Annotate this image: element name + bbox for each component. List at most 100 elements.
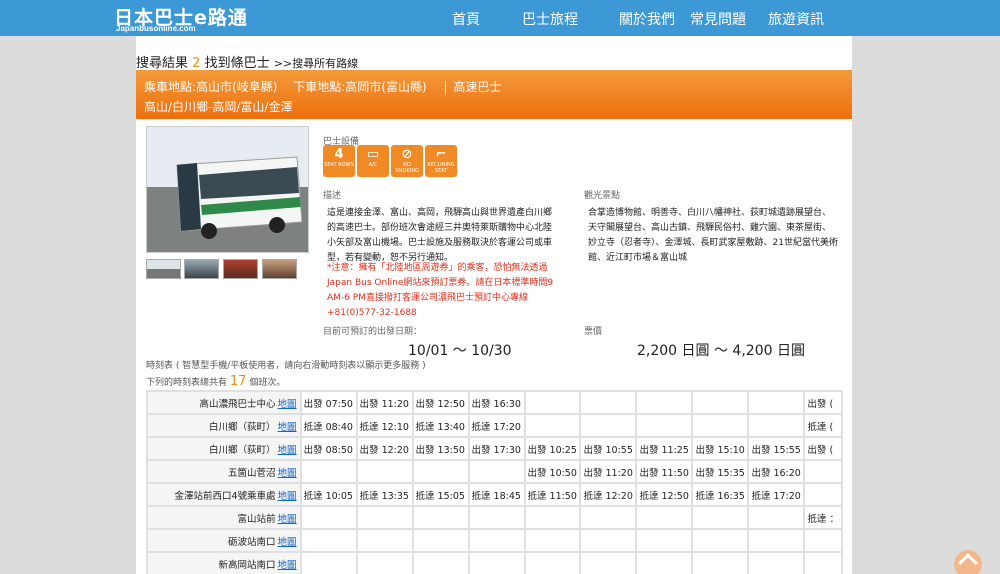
- station-map-link[interactable]: 地圖: [278, 514, 297, 525]
- schedule-cell: 抵達 12:50: [637, 484, 692, 505]
- schedule-cell: 抵達 ：: [805, 507, 841, 528]
- schedule-cell: 出發 12:50: [413, 392, 468, 413]
- schedule-cell: [469, 553, 524, 574]
- nav-home[interactable]: 首頁: [452, 9, 480, 29]
- departure-date-label: 目前可預訂的出發日期：: [323, 327, 423, 337]
- schedule-cell: 出發 11:20: [357, 392, 412, 413]
- total-prefix: 下列的時刻表總共有: [146, 378, 228, 388]
- station-cell: 新高岡站南口 地圖: [148, 553, 300, 574]
- schedule-cell: 抵達 10:05: [301, 484, 356, 505]
- schedule-cell: [749, 415, 804, 436]
- schedule-cell: [581, 392, 636, 413]
- schedule-cell: [357, 553, 412, 574]
- result-prefix: 搜尋結果: [136, 56, 189, 71]
- bus-thumbnail-4[interactable]: [262, 259, 297, 279]
- timetable-total: 下列的時刻表總共有 17 個班次。: [146, 374, 285, 389]
- all-routes-link[interactable]: >>搜尋所有路線: [274, 57, 358, 70]
- station-map-link[interactable]: 地圖: [278, 399, 297, 410]
- station-name: 白川鄉（荻町）: [209, 444, 276, 456]
- station-name: 新高岡站南口: [218, 559, 276, 571]
- schedule-cell: 抵達 16:35: [693, 484, 748, 505]
- fare-label: 票價: [584, 327, 603, 337]
- station-name: 高山濃飛巴士中心: [199, 398, 276, 410]
- station-name: 五箇山菅沼: [228, 467, 276, 479]
- seat-rows-icon: 4 SEAT ROWS: [323, 145, 355, 177]
- schedule-cell: 抵達 15:05: [413, 484, 468, 505]
- schedule-cell: [637, 530, 692, 551]
- schedule-cell: 抵達 12:20: [581, 484, 636, 505]
- bus-photo: [146, 126, 309, 253]
- schedule-cell: 出發 11:50: [637, 461, 692, 482]
- schedule-cell: [469, 461, 524, 482]
- fare-range: 2,200 日圓 〜 4,200 日圓: [637, 343, 805, 359]
- result-suffix: 找到條巴士: [204, 56, 270, 71]
- bus-illustration: [147, 127, 308, 252]
- schedule-cell: 出發 16:20: [749, 461, 804, 482]
- schedule-cell: 抵達 17:20: [749, 484, 804, 505]
- schedule-cell: [693, 392, 748, 413]
- bus-thumbnail-3[interactable]: [223, 259, 258, 279]
- air-conditioning-icon: ▭ A/C: [357, 145, 389, 177]
- station-name: 砺波站南口: [228, 536, 276, 548]
- station-map-link[interactable]: 地圖: [278, 445, 297, 456]
- schedule-cell: 出發 11:20: [581, 461, 636, 482]
- schedule-cell: [805, 461, 841, 482]
- station-map-link[interactable]: 地圖: [278, 491, 297, 502]
- schedule-cell: 出發 17:30: [469, 438, 524, 459]
- station-cell: 高山濃飛巴士中心 地圖: [148, 392, 300, 413]
- bus-thumbnail-1[interactable]: [146, 259, 181, 279]
- station-map-link[interactable]: 地圖: [278, 468, 297, 479]
- result-count: 2: [192, 56, 201, 71]
- scroll-to-top-button[interactable]: [954, 550, 982, 574]
- schedule-cell: [357, 507, 412, 528]
- departure-date-range: 10/01 〜 10/30: [408, 343, 512, 359]
- schedule-cell: [749, 507, 804, 528]
- station-name: 金澤站前西口4號乘車處: [174, 490, 276, 502]
- schedule-cell: 出發 07:50: [301, 392, 356, 413]
- schedule-cell: [301, 530, 356, 551]
- schedule-cell: [749, 553, 804, 574]
- nav-bus-trips[interactable]: 巴士旅程: [522, 9, 578, 29]
- schedule-cell: [301, 461, 356, 482]
- timetable-row: 金澤站前西口4號乘車處 地圖 抵達 10:05 抵達 13:35 抵達 15:05 抵達 …: [148, 484, 841, 505]
- schedule-cell: [581, 553, 636, 574]
- site-logo[interactable]: 日本巴士e路通 Japanbusonline.com: [114, 3, 248, 33]
- schedule-cell: [693, 415, 748, 436]
- boarding-location: 乘車地點:高山市(岐阜縣): [144, 80, 278, 94]
- station-cell: 白川鄉（荻町） 地圖: [148, 438, 300, 459]
- schedule-cell: [637, 415, 692, 436]
- schedule-cell: [413, 530, 468, 551]
- schedule-cell: [693, 507, 748, 528]
- station-map-link[interactable]: 地圖: [278, 422, 297, 433]
- no-smoking-icon: ⊘ NO SMOKING: [391, 145, 423, 177]
- schedule-cell: [637, 553, 692, 574]
- schedule-cell: [693, 553, 748, 574]
- timetable-row: 高山濃飛巴士中心 地圖 出發 07:50 出發 11:20 出發 12:50 出發 16:…: [148, 392, 841, 413]
- timetable[interactable]: 高山濃飛巴士中心 地圖 出發 07:50 出發 11:20 出發 12:50 出發 16:…: [146, 390, 843, 574]
- timetable-row: 白川鄉（荻町） 地圖 出發 08:50 出發 12:20 出發 13:50 出發 17:3…: [148, 438, 841, 459]
- nav-faq[interactable]: 常見問題: [690, 9, 746, 29]
- total-count: 17: [229, 374, 247, 389]
- schedule-cell: 抵達 18:45: [469, 484, 524, 505]
- timetable-row: 五箇山菅沼 地圖 出發 10:50 出發 11:20 出發 11:50 出發 15:35 出…: [148, 461, 841, 482]
- timetable-row: 新高岡站南口 地圖: [148, 553, 841, 574]
- station-map-link[interactable]: 地圖: [278, 560, 297, 571]
- schedule-cell: 出發 10:50: [525, 461, 580, 482]
- station-map-link[interactable]: 地圖: [278, 537, 297, 548]
- top-nav-bar: 日本巴士e路通 Japanbusonline.com 首頁 巴士旅程 關於我們 …: [0, 0, 1000, 36]
- chevron-up-icon: [958, 553, 978, 573]
- reclining-seat-icon: ⌐ RECLINING SEAT: [425, 145, 457, 177]
- booking-warning: *注意：擁有「北陸地區周遊券」的乘客，恐怕無法透過Japan Bus Onlin…: [327, 263, 554, 318]
- nav-travel-info[interactable]: 旅遊資訊: [768, 9, 824, 29]
- schedule-cell: 出發 15:35: [693, 461, 748, 482]
- schedule-cell: 抵達 11:50: [525, 484, 580, 505]
- nav-about[interactable]: 關於我們: [619, 9, 675, 29]
- schedule-cell: 抵達 13:40: [413, 415, 468, 436]
- description-text: 這是連接金澤、富山、高岡，飛驒高山與世界遺產白川鄉的高速巴士。部份班次會途經三井…: [327, 208, 553, 263]
- schedule-cell: [749, 392, 804, 413]
- schedule-cell: 出發 08:50: [301, 438, 356, 459]
- schedule-cell: [301, 507, 356, 528]
- schedule-cell: 出發 10:25: [525, 438, 580, 459]
- bus-thumbnail-2[interactable]: [184, 259, 219, 279]
- schedule-cell: [581, 507, 636, 528]
